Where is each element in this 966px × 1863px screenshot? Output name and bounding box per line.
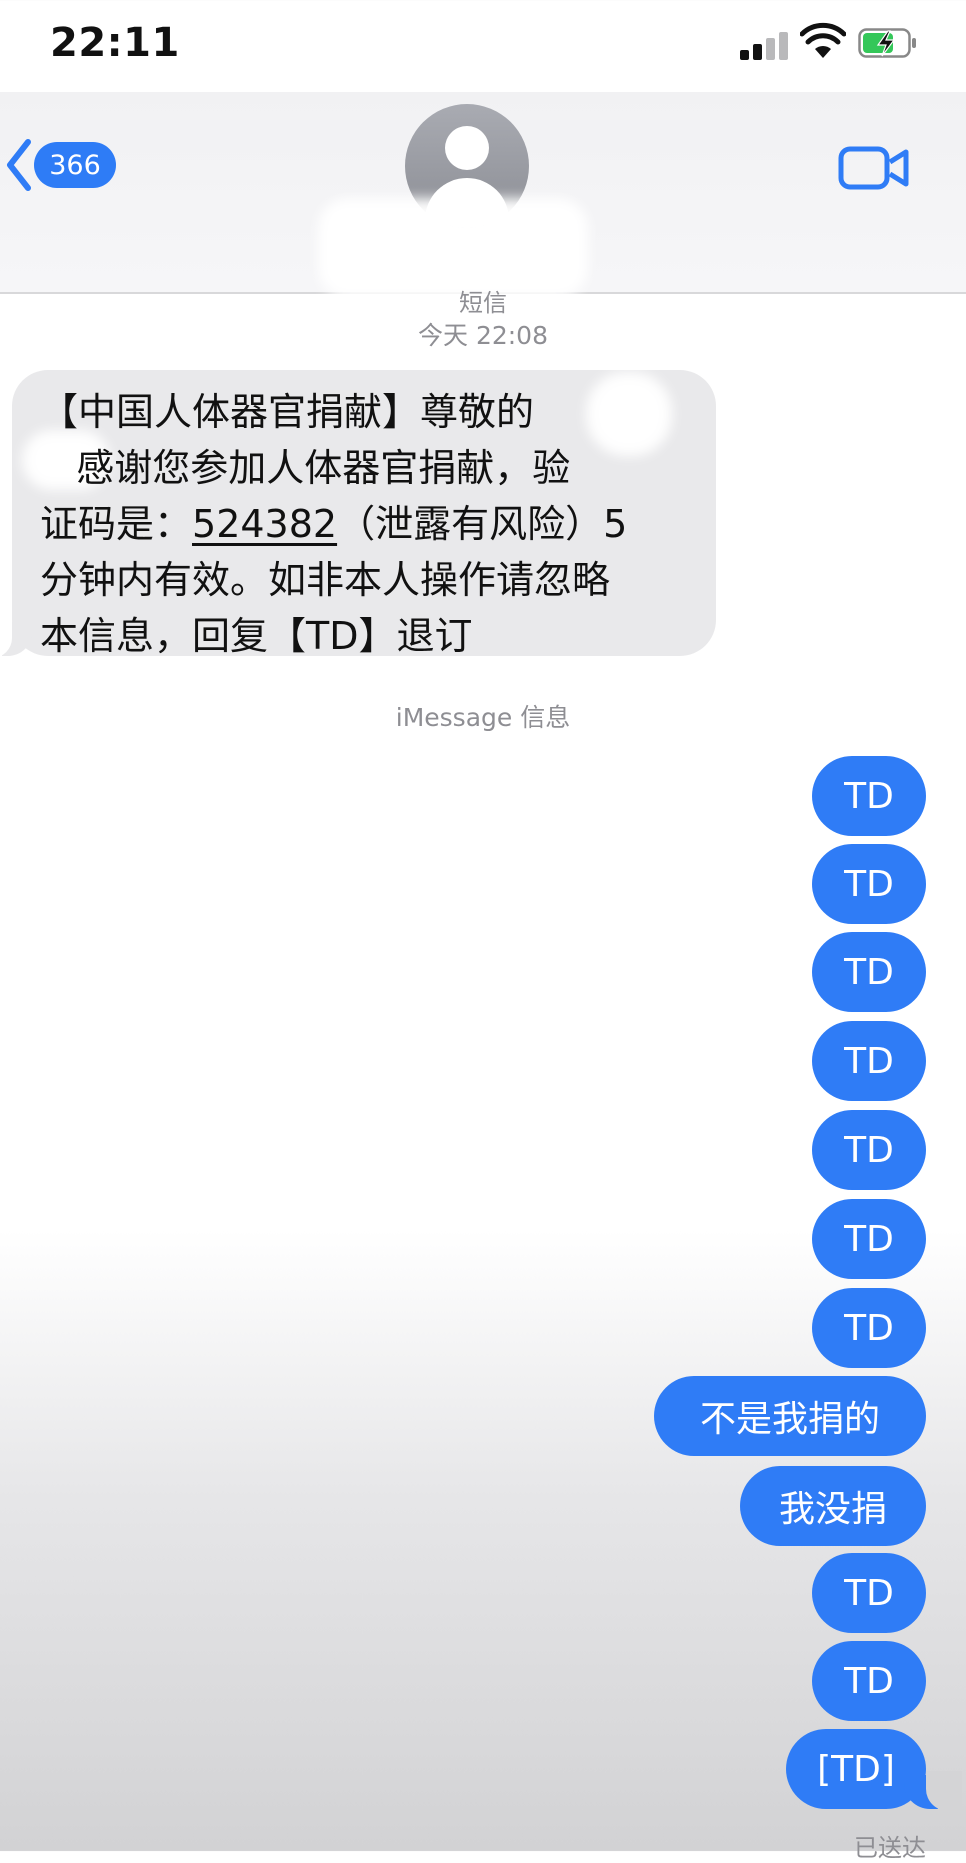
wifi-icon <box>800 22 846 58</box>
outgoing-message-bubble[interactable]: [TD] <box>786 1729 962 1811</box>
outgoing-message-bubble[interactable]: TD <box>812 1199 926 1279</box>
conversation-header: 366 <box>0 92 966 298</box>
message-line: 感谢您参加人体器官捐献，验 <box>40 446 571 490</box>
message-timestamp: 今天 22:08 <box>418 321 548 350</box>
signal-icon <box>740 30 790 60</box>
message-type-label: 短信 <box>459 289 507 317</box>
message-line: 证码是：524382（泄露有风险）5 <box>40 502 628 546</box>
incoming-message-bubble[interactable]: 【中国人体器官捐献】尊敬的 感谢您参加人体器官捐献，验 证码是：524382（泄… <box>0 370 716 658</box>
outgoing-message-bubble[interactable]: TD <box>812 932 926 1012</box>
status-bar: 22:11 <box>0 0 966 92</box>
outgoing-message-bubble[interactable]: TD <box>812 756 926 836</box>
back-chevron-icon <box>7 139 31 191</box>
status-time: 22:11 <box>50 20 180 66</box>
outgoing-message-bubble[interactable]: TD <box>812 1641 926 1721</box>
verification-code-link[interactable]: 524382 <box>192 502 337 546</box>
outgoing-message-bubble[interactable]: TD <box>812 844 926 924</box>
message-line: 【中国人体器官捐献】尊敬的 <box>40 390 535 434</box>
video-call-icon[interactable] <box>838 144 910 192</box>
delivered-status: 已送达 <box>854 1834 926 1862</box>
service-label: iMessage 信息 <box>395 703 571 732</box>
message-line: 分钟内有效。如非本人操作请忽略 <box>40 558 611 602</box>
outgoing-message-bubble[interactable]: TD <box>812 1553 926 1633</box>
battery-charging-icon <box>858 28 916 58</box>
outgoing-message-bubble[interactable]: 不是我捐的 <box>654 1376 926 1456</box>
outgoing-message-bubble[interactable]: TD <box>812 1288 926 1368</box>
outgoing-message-bubble[interactable]: TD <box>812 1110 926 1190</box>
outgoing-message-bubble[interactable]: TD <box>812 1021 926 1101</box>
message-line: 本信息，回复【TD】退订 <box>40 614 473 658</box>
back-button[interactable]: 366 <box>0 136 130 196</box>
outgoing-message-bubble[interactable]: 我没捐 <box>740 1466 926 1546</box>
unread-count-badge: 366 <box>34 142 116 188</box>
